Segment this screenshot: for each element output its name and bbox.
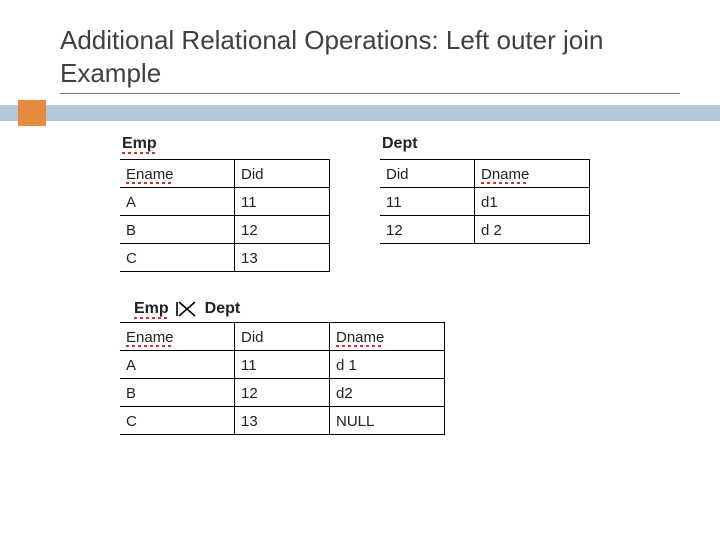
result-table-block: Emp Dept Ename Did Dname A11d 1 B12d2 C1…	[120, 300, 445, 435]
result-header-dname: Dname	[336, 329, 384, 346]
emp-table: Ename Did A11 B12 C13	[120, 159, 330, 272]
result-header-did: Did	[235, 323, 330, 351]
table-row: 11d1	[380, 188, 590, 216]
table-row: A11	[120, 188, 330, 216]
slide-title: Additional Relational Operations: Left o…	[60, 24, 680, 94]
dept-label: Dept	[382, 135, 590, 153]
result-label: Emp Dept	[134, 300, 445, 318]
table-row: 12d 2	[380, 216, 590, 244]
result-header-ename: Ename	[126, 329, 174, 346]
emp-header-ename: Ename	[126, 166, 174, 183]
emp-label: Emp	[122, 135, 330, 153]
result-table: Ename Did Dname A11d 1 B12d2 C13NULL	[120, 322, 445, 435]
emp-table-block: Emp Ename Did A11 B12 C13	[120, 135, 330, 272]
table-row: B12d2	[120, 379, 445, 407]
table-row: C13NULL	[120, 407, 445, 435]
accent-square	[18, 100, 46, 126]
dept-header-dname: Dname	[481, 166, 529, 183]
dept-table: Did Dname 11d1 12d 2	[380, 159, 590, 244]
table-row: C13	[120, 244, 330, 272]
left-outer-join-icon	[175, 300, 199, 318]
table-row: B12	[120, 216, 330, 244]
decorative-bar	[0, 105, 720, 121]
table-row: A11d 1	[120, 351, 445, 379]
dept-header-did: Did	[380, 160, 475, 188]
dept-table-block: Dept Did Dname 11d1 12d 2	[380, 135, 590, 244]
emp-header-did: Did	[235, 160, 330, 188]
